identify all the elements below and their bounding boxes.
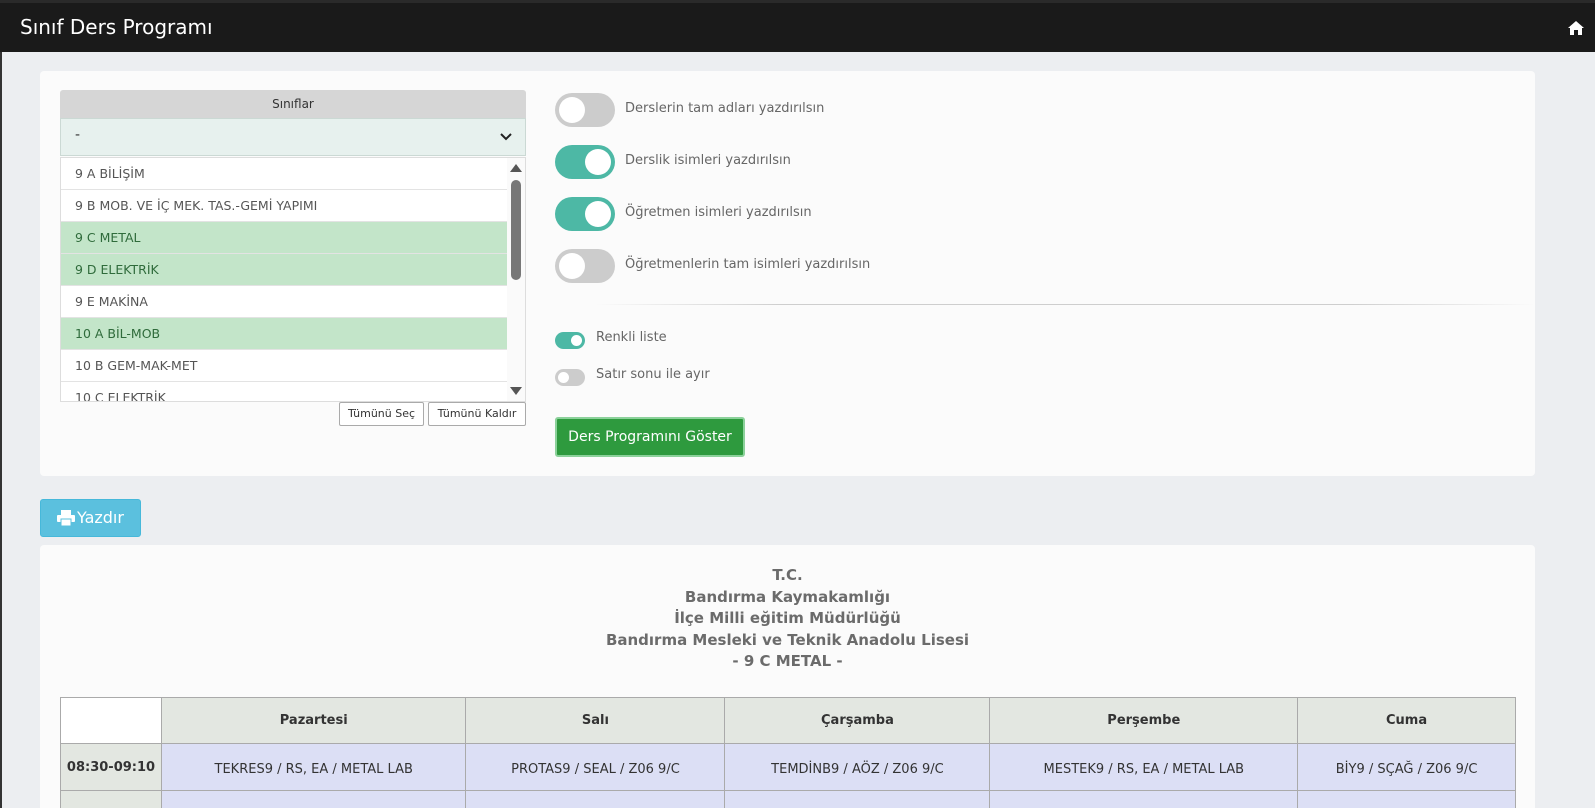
print-button-label: Yazdır xyxy=(77,508,124,527)
home-icon[interactable] xyxy=(1567,19,1585,37)
options-card: Sınıflar - 9 A BİLİŞİM 9 B MOB. VE İÇ MEK… xyxy=(40,71,1535,476)
heading-line: Bandırma Mesleki ve Teknik Anadolu Lises… xyxy=(605,630,970,649)
day-header: Perşembe xyxy=(989,697,1299,744)
toggle-switch[interactable] xyxy=(555,93,615,127)
mini-toggle-switch[interactable] xyxy=(555,369,585,386)
class-list-item[interactable]: 10 C ELEKTRİK xyxy=(61,382,508,401)
heading-line: T.C. xyxy=(772,566,803,584)
mini-toggle-label: Satır sonu ile ayır xyxy=(596,367,710,382)
table-row xyxy=(60,790,1516,808)
toggle-knob xyxy=(585,201,611,227)
listbox-scrollbar[interactable] xyxy=(507,158,525,401)
heading-line: - 9 C METAL - xyxy=(732,652,843,671)
toggle-knob xyxy=(585,149,611,175)
print-button[interactable]: Yazdır xyxy=(40,499,141,537)
lesson-cell xyxy=(160,790,467,808)
time-slot: 08:30-09:10 xyxy=(60,743,162,791)
lesson-cell: TEKRES9 / RS, EA / METAL LAB xyxy=(160,743,467,791)
toggle-switch[interactable] xyxy=(555,145,615,179)
heading-line: Bandırma Kaymakamlığı xyxy=(684,587,891,606)
lesson-cell xyxy=(989,790,1299,808)
toggle-switch[interactable] xyxy=(555,197,615,231)
lesson-cell: MESTEK9 / RS, EA / METAL LAB xyxy=(989,743,1299,791)
chevron-down-icon xyxy=(500,133,512,141)
scroll-up-arrow-icon[interactable] xyxy=(510,164,522,172)
schedule-card: T.C. Bandırma Kaymakamlığı İlçe Milli eğ… xyxy=(40,545,1535,808)
toggle-switch[interactable] xyxy=(555,249,615,283)
lesson-cell: PROTAS9 / SEAL / Z06 9/C xyxy=(465,743,726,791)
scroll-down-arrow-icon[interactable] xyxy=(510,387,522,395)
class-list-item[interactable]: 10 A BİL-MOB xyxy=(61,318,508,350)
left-border xyxy=(0,52,2,808)
toggle-knob xyxy=(558,372,569,383)
lesson-cell: BİY9 / SÇAĞ / Z06 9/C xyxy=(1297,743,1516,791)
printer-icon xyxy=(57,510,75,526)
mini-toggle-label: Renkli liste xyxy=(596,330,667,345)
scroll-thumb[interactable] xyxy=(511,180,521,280)
lesson-cell: TEMDİNB9 / AÖZ / Z06 9/C xyxy=(724,743,991,791)
toggle-knob xyxy=(559,97,585,123)
toggle-knob xyxy=(571,335,582,346)
schedule-heading: T.C. Bandırma Kaymakamlığı İlçe Milli eğ… xyxy=(40,565,1535,673)
day-header: Çarşamba xyxy=(724,697,991,744)
toggle-label: Derslerin tam adları yazdırılsın xyxy=(625,101,825,116)
lesson-cell xyxy=(465,790,726,808)
day-header: Salı xyxy=(465,697,726,744)
top-navbar: Sınıf Ders Programı xyxy=(0,0,1595,52)
schedule-table: Pazartesi Salı Çarşamba Perşembe Cuma 08… xyxy=(60,697,1516,808)
toggle-label: Derslik isimleri yazdırılsın xyxy=(625,153,791,168)
toggle-label: Öğretmenlerin tam isimleri yazdırılsın xyxy=(625,257,871,272)
toggle-knob xyxy=(559,253,585,279)
toggle-label: Öğretmen isimleri yazdırılsın xyxy=(625,205,812,220)
class-list-item[interactable]: 9 D ELEKTRİK xyxy=(61,254,508,286)
class-list-item[interactable]: 9 B MOB. VE İÇ MEK. TAS.-GEMİ YAPIMI xyxy=(61,190,508,222)
deselect-all-button[interactable]: Tümünü Kaldır xyxy=(428,402,526,426)
classes-dropdown[interactable]: - xyxy=(60,118,526,156)
class-list-item[interactable]: 9 E MAKİNA xyxy=(61,286,508,318)
page-title: Sınıf Ders Programı xyxy=(20,15,213,39)
classes-header: Sınıflar xyxy=(60,90,526,118)
lesson-cell xyxy=(724,790,991,808)
corner-cell xyxy=(60,697,162,744)
lesson-cell xyxy=(1297,790,1516,808)
time-slot xyxy=(60,790,162,808)
mini-toggle-switch[interactable] xyxy=(555,332,585,349)
class-list-item[interactable]: 10 B GEM-MAK-MET xyxy=(61,350,508,382)
options-divider xyxy=(595,304,1535,305)
classes-dropdown-value: - xyxy=(75,127,81,143)
select-all-button[interactable]: Tümünü Seç xyxy=(339,402,424,426)
heading-line: İlçe Milli eğitim Müdürlüğü xyxy=(674,609,901,628)
table-row: 08:30-09:10 TEKRES9 / RS, EA / METAL LAB… xyxy=(60,743,1516,791)
day-header: Cuma xyxy=(1297,697,1516,744)
class-list-item[interactable]: 9 C METAL xyxy=(61,222,508,254)
classes-listbox[interactable]: 9 A BİLİŞİM 9 B MOB. VE İÇ MEK. TAS.-GEMİ… xyxy=(60,157,526,402)
class-list-item[interactable]: 9 A BİLİŞİM xyxy=(61,158,508,190)
day-header: Pazartesi xyxy=(160,697,467,744)
show-schedule-button[interactable]: Ders Programını Göster xyxy=(555,417,745,457)
